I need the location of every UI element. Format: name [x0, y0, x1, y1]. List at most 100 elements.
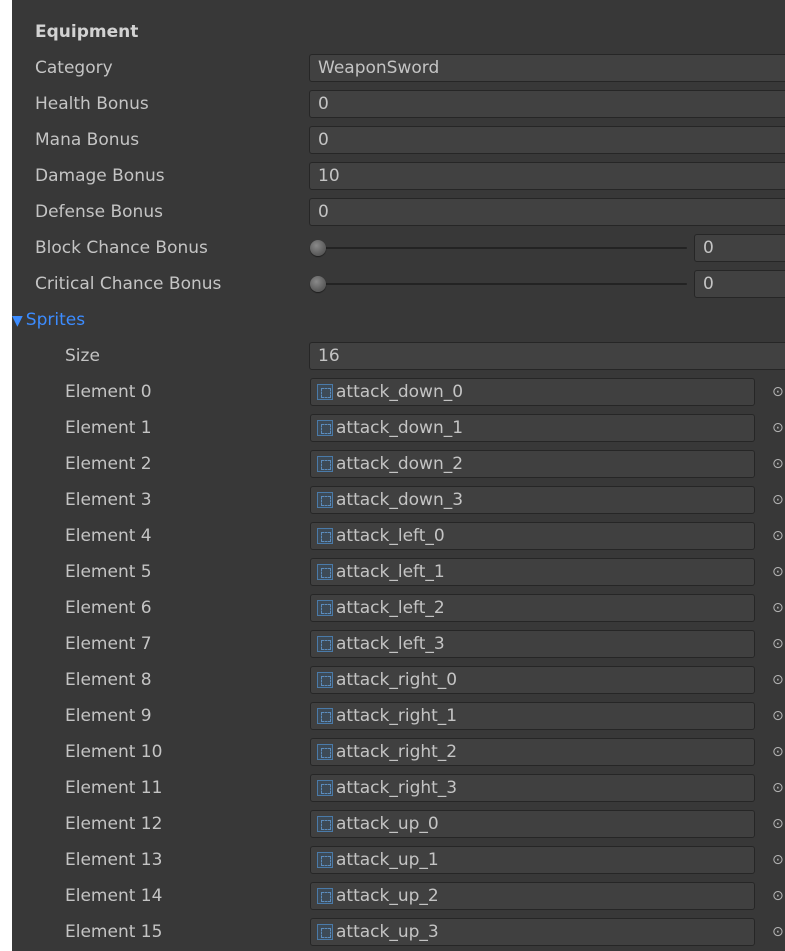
- sprite-element-row: Element 0 attack_down_0 ⊙: [12, 374, 785, 410]
- size-label: Size: [65, 346, 100, 366]
- sprite-object-field[interactable]: attack_left_3: [310, 630, 755, 658]
- sprite-name: attack_left_0: [336, 526, 445, 546]
- element-label: Element 14: [65, 886, 163, 906]
- sprite-element-row: Element 15 attack_up_3 ⊙: [12, 914, 785, 950]
- sprite-name: attack_up_2: [336, 886, 439, 906]
- critical-chance-bonus-value: 0: [703, 274, 714, 294]
- element-label: Element 9: [65, 706, 152, 726]
- sprite-element-row: Element 6 attack_left_2 ⊙: [12, 590, 785, 626]
- critical-chance-bonus-row: Critical Chance Bonus 0: [12, 266, 785, 302]
- damage-bonus-label: Damage Bonus: [35, 166, 165, 186]
- block-chance-slider-track[interactable]: [315, 247, 687, 249]
- object-picker-icon[interactable]: ⊙: [772, 744, 784, 760]
- defense-bonus-value: 0: [318, 202, 329, 222]
- mana-bonus-label: Mana Bonus: [35, 130, 140, 150]
- health-bonus-value: 0: [318, 94, 329, 114]
- element-label: Element 4: [65, 526, 152, 546]
- object-picker-icon[interactable]: ⊙: [772, 456, 784, 472]
- sprite-object-field[interactable]: attack_right_3: [310, 774, 755, 802]
- block-chance-bonus-row: Block Chance Bonus 0: [12, 230, 785, 266]
- health-bonus-field[interactable]: 0: [309, 90, 785, 118]
- critical-chance-slider-thumb[interactable]: [310, 276, 326, 292]
- object-picker-icon[interactable]: ⊙: [772, 780, 784, 796]
- sprite-asset-icon: [317, 672, 333, 688]
- sprite-name: attack_down_3: [336, 490, 464, 510]
- sprite-name: attack_up_1: [336, 850, 439, 870]
- object-picker-icon[interactable]: ⊙: [772, 816, 784, 832]
- equipment-header-row: Equipment: [12, 14, 785, 50]
- critical-chance-slider-track[interactable]: [315, 283, 687, 285]
- block-chance-bonus-value: 0: [703, 238, 714, 258]
- health-bonus-row: Health Bonus 0: [12, 86, 785, 122]
- object-picker-icon[interactable]: ⊙: [772, 888, 784, 904]
- object-picker-icon[interactable]: ⊙: [772, 924, 784, 940]
- sprite-object-field[interactable]: attack_down_0: [310, 378, 755, 406]
- element-label: Element 10: [65, 742, 163, 762]
- defense-bonus-label: Defense Bonus: [35, 202, 163, 222]
- sprite-element-row: Element 4 attack_left_0 ⊙: [12, 518, 785, 554]
- block-chance-slider-thumb[interactable]: [310, 240, 326, 256]
- sprite-object-field[interactable]: attack_up_1: [310, 846, 755, 874]
- object-picker-icon[interactable]: ⊙: [772, 852, 784, 868]
- damage-bonus-field[interactable]: 10: [309, 162, 785, 190]
- sprite-object-field[interactable]: attack_right_2: [310, 738, 755, 766]
- element-label: Element 15: [65, 922, 163, 942]
- defense-bonus-row: Defense Bonus 0: [12, 194, 785, 230]
- sprite-asset-icon: [317, 564, 333, 580]
- sprite-object-field[interactable]: attack_left_1: [310, 558, 755, 586]
- object-picker-icon[interactable]: ⊙: [772, 564, 784, 580]
- triangle-down-icon[interactable]: ▼: [12, 313, 23, 329]
- sprite-element-row: Element 11 attack_right_3 ⊙: [12, 770, 785, 806]
- sprite-asset-icon: [317, 708, 333, 724]
- sprite-object-field[interactable]: attack_left_0: [310, 522, 755, 550]
- sprite-object-field[interactable]: attack_up_3: [310, 918, 755, 946]
- sprite-object-field[interactable]: attack_down_1: [310, 414, 755, 442]
- sprite-asset-icon: [317, 744, 333, 760]
- sprite-asset-icon: [317, 816, 333, 832]
- element-label: Element 3: [65, 490, 152, 510]
- sprite-object-field[interactable]: attack_right_1: [310, 702, 755, 730]
- category-field[interactable]: WeaponSword: [309, 54, 785, 82]
- object-picker-icon[interactable]: ⊙: [772, 384, 784, 400]
- sprite-element-row: Element 13 attack_up_1 ⊙: [12, 842, 785, 878]
- mana-bonus-value: 0: [318, 130, 329, 150]
- sprite-element-row: Element 9 attack_right_1 ⊙: [12, 698, 785, 734]
- object-picker-icon[interactable]: ⊙: [772, 708, 784, 724]
- object-picker-icon[interactable]: ⊙: [772, 636, 784, 652]
- defense-bonus-field[interactable]: 0: [309, 198, 785, 226]
- sprite-asset-icon: [317, 600, 333, 616]
- critical-chance-bonus-field[interactable]: 0: [694, 270, 785, 298]
- critical-chance-bonus-label: Critical Chance Bonus: [35, 274, 222, 294]
- sprite-object-field[interactable]: attack_up_2: [310, 882, 755, 910]
- sprite-element-row: Element 1 attack_down_1 ⊙: [12, 410, 785, 446]
- category-value: WeaponSword: [318, 58, 440, 78]
- object-picker-icon[interactable]: ⊙: [772, 492, 784, 508]
- damage-bonus-value: 10: [318, 166, 340, 186]
- sprite-asset-icon: [317, 780, 333, 796]
- element-label: Element 11: [65, 778, 163, 798]
- object-picker-icon[interactable]: ⊙: [772, 528, 784, 544]
- category-row: Category WeaponSword: [12, 50, 785, 86]
- element-label: Element 7: [65, 634, 152, 654]
- sprite-asset-icon: [317, 420, 333, 436]
- sprite-object-field[interactable]: attack_down_2: [310, 450, 755, 478]
- sprite-object-field[interactable]: attack_up_0: [310, 810, 755, 838]
- sprites-foldout-row[interactable]: ▼ Sprites: [12, 302, 785, 338]
- damage-bonus-row: Damage Bonus 10: [12, 158, 785, 194]
- element-label: Element 2: [65, 454, 152, 474]
- size-field[interactable]: 16: [309, 342, 785, 370]
- sprite-element-row: Element 10 attack_right_2 ⊙: [12, 734, 785, 770]
- block-chance-bonus-field[interactable]: 0: [694, 234, 785, 262]
- sprite-object-field[interactable]: attack_right_0: [310, 666, 755, 694]
- sprite-object-field[interactable]: attack_left_2: [310, 594, 755, 622]
- object-picker-icon[interactable]: ⊙: [772, 600, 784, 616]
- object-picker-icon[interactable]: ⊙: [772, 420, 784, 436]
- sprite-element-row: Element 12 attack_up_0 ⊙: [12, 806, 785, 842]
- object-picker-icon[interactable]: ⊙: [772, 672, 784, 688]
- sprites-foldout[interactable]: ▼ Sprites: [12, 310, 85, 330]
- sprite-object-field[interactable]: attack_down_3: [310, 486, 755, 514]
- mana-bonus-field[interactable]: 0: [309, 126, 785, 154]
- element-label: Element 6: [65, 598, 152, 618]
- mana-bonus-row: Mana Bonus 0: [12, 122, 785, 158]
- sprite-name: attack_right_2: [336, 742, 458, 762]
